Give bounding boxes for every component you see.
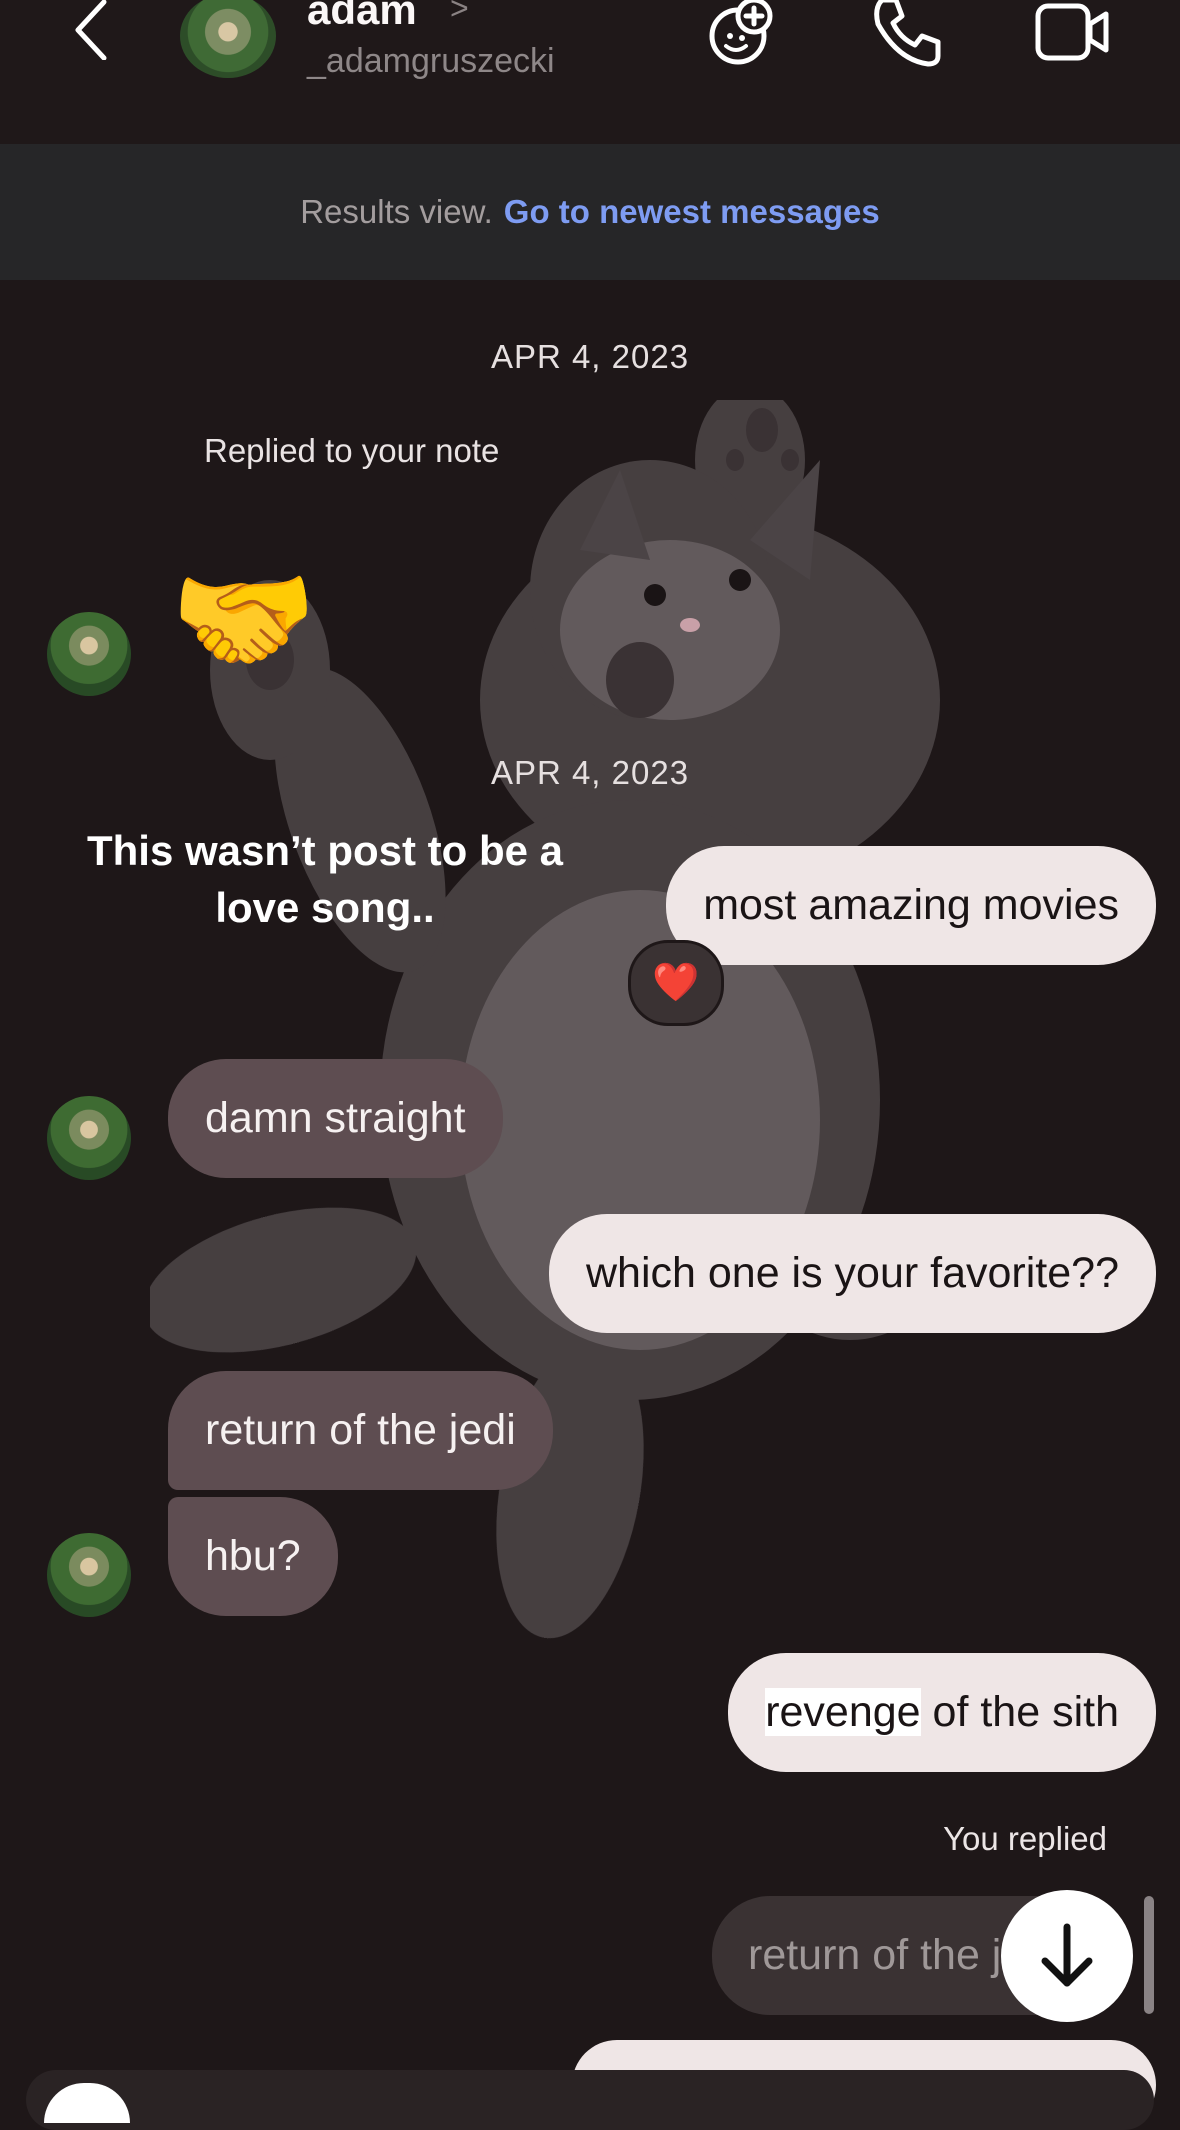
message-text: of the sith	[920, 1688, 1119, 1736]
avatar[interactable]	[47, 612, 131, 696]
scrollbar[interactable]	[1144, 1896, 1154, 2014]
note-text: This wasn’t post to be a love song..	[86, 827, 564, 931]
effects-icon[interactable]	[704, 0, 780, 70]
you-replied-label: You replied	[943, 1820, 1107, 1857]
date-divider: APR 4, 2023	[490, 754, 690, 791]
message-bubble-outgoing[interactable]: which one is your favorite??	[548, 1214, 1156, 1333]
handshake-emoji: 🤝	[170, 554, 317, 686]
message-bubble-incoming[interactable]: return of the jedi	[168, 1371, 553, 1490]
contact-name[interactable]: adam	[307, 0, 417, 34]
replied-to-note-label: Replied to your note	[204, 432, 500, 469]
message-bubble-incoming[interactable]: damn straight	[168, 1059, 503, 1178]
video-icon[interactable]	[1034, 0, 1110, 70]
avatar[interactable]	[47, 1533, 131, 1617]
scroll-to-bottom-button[interactable]	[1001, 1890, 1133, 2022]
heart-reaction[interactable]: ❤️	[628, 940, 724, 1026]
go-to-newest-link[interactable]: Go to newest messages	[504, 193, 880, 231]
date-divider: APR 4, 2023	[490, 338, 690, 375]
results-banner: Results view. Go to newest messages	[0, 144, 1180, 280]
chat-header	[0, 0, 1180, 144]
results-view-label: Results view.	[300, 193, 493, 230]
back-icon[interactable]	[64, 0, 124, 60]
message-bubble-outgoing[interactable]: revenge of the sith	[728, 1653, 1156, 1772]
message-composer[interactable]	[26, 2070, 1154, 2130]
chevron-right-icon: >	[450, 0, 469, 26]
message-bubble-outgoing[interactable]: most amazing movies	[666, 846, 1156, 965]
phone-icon[interactable]	[868, 0, 944, 70]
avatar[interactable]	[47, 1096, 131, 1180]
contact-username: _adamgruszecki	[307, 42, 555, 80]
heart-icon: ❤️	[652, 962, 700, 1004]
message-bubble-incoming[interactable]: hbu?	[168, 1497, 338, 1616]
arrow-down-icon	[1041, 1923, 1093, 1987]
search-highlight: revenge	[765, 1688, 921, 1736]
